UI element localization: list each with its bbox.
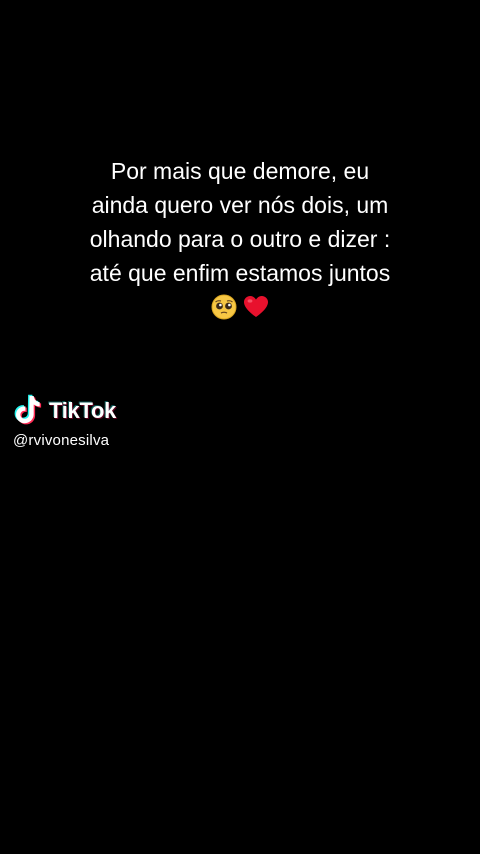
tiktok-brand: TikTok xyxy=(13,392,213,430)
tiktok-watermark: TikTok @rvivonesilva xyxy=(13,392,213,449)
caption-emoji-row xyxy=(40,288,440,320)
caption-line-4: até que enfim estamos juntos xyxy=(89,260,391,286)
caption-line-3: olhando para o outro e dizer : xyxy=(89,226,391,252)
tiktok-brand-name: TikTok xyxy=(49,398,117,423)
caption-line-1: Por mais que demore, eu xyxy=(110,158,370,184)
creator-handle: @rvivonesilva xyxy=(13,432,110,449)
caption-line-2: ainda quero ver nós dois, um xyxy=(91,192,389,218)
tiktok-note-icon xyxy=(14,394,42,425)
pleading-face-emoji xyxy=(211,294,237,320)
video-caption: Por mais que demore, eu ainda quero ver … xyxy=(40,154,440,320)
red-heart-emoji xyxy=(244,295,269,317)
video-frame: Por mais que demore, eu ainda quero ver … xyxy=(0,0,480,854)
